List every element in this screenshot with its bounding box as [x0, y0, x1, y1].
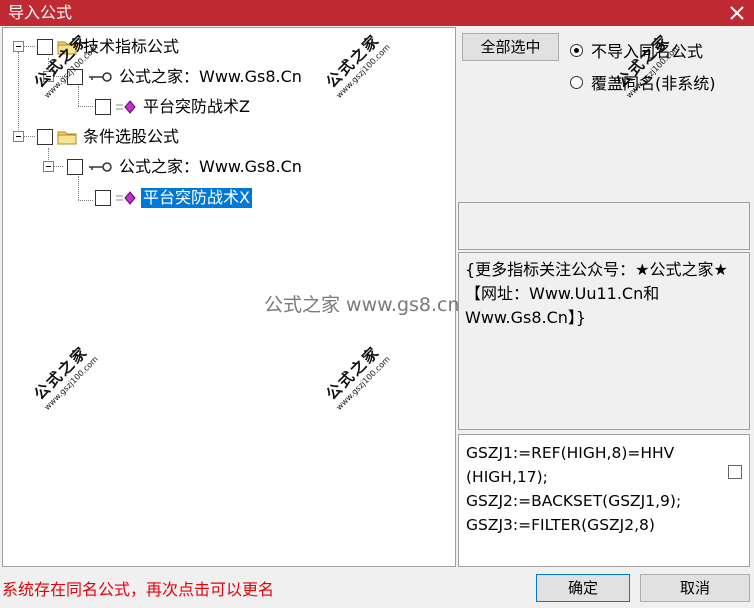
folder-icon	[57, 39, 77, 55]
radio-overwrite-label: 覆盖同名(非系统)	[591, 74, 716, 93]
tree-connector	[78, 176, 79, 200]
tree-node-formula-x[interactable]: 平台突防战术X	[95, 186, 252, 210]
group-2-checkbox[interactable]	[37, 129, 53, 145]
radio-skip-label: 不导入同名公式	[591, 42, 704, 61]
tree-connector	[78, 86, 79, 106]
center-watermark: 公式之家 www.gs8.cn	[264, 294, 460, 316]
tree-connector	[53, 76, 63, 77]
description-text: {更多指标关注公众号：★公式之家★ 【网址：Www.Uu11.Cn和Www.Gs…	[465, 260, 728, 327]
close-icon[interactable]	[726, 3, 748, 23]
name-field[interactable]	[458, 202, 750, 250]
tree-expander[interactable]	[13, 41, 24, 52]
folder-icon	[57, 129, 77, 145]
window-title: 导入公式	[8, 3, 73, 22]
source-1-checkbox[interactable]	[67, 69, 83, 85]
key-icon	[87, 69, 113, 85]
radio-overwrite-duplicates[interactable]: 覆盖同名(非系统)	[570, 70, 716, 94]
tree-connector	[53, 166, 63, 167]
tree-node-source-2[interactable]: 公式之家：Www.Gs8.Cn	[67, 155, 304, 179]
formula-code: GSZJ1:=REF(HIGH,8)=HHV (HIGH,17); GSZJ2:…	[466, 441, 716, 537]
tree-expander[interactable]	[43, 71, 54, 82]
formula-line: GSZJ2:=BACKSET(GSZJ1,9);	[466, 492, 682, 510]
source-2-label: 公式之家：Www.Gs8.Cn	[119, 157, 302, 176]
status-message: 系统存在同名公式，再次点击可以更名	[2, 580, 275, 599]
tree-expander[interactable]	[43, 161, 54, 172]
tree-connector	[78, 106, 93, 107]
tree-expander[interactable]	[13, 131, 24, 142]
gem-icon	[115, 190, 137, 206]
formula-line: (HIGH,17);	[466, 468, 548, 486]
group-1-checkbox[interactable]	[37, 39, 53, 55]
tree-node-group-2[interactable]: 条件选股公式	[37, 125, 181, 149]
gem-icon	[115, 99, 137, 115]
formula-z-checkbox[interactable]	[95, 99, 111, 115]
tree-node-group-1[interactable]: 技术指标公式	[37, 35, 181, 59]
tree-connector	[23, 136, 35, 137]
formula-z-label: 平台突防战术Z	[143, 97, 250, 116]
radio-skip-dot[interactable]	[570, 43, 583, 57]
source-1-label: 公式之家：Www.Gs8.Cn	[119, 67, 302, 86]
formula-line: GSZJ1:=REF(HIGH,8)=HHV	[466, 444, 675, 462]
tree-connector	[78, 200, 93, 201]
formula-x-label: 平台突防战术X	[141, 188, 252, 208]
tree-connector	[23, 46, 35, 47]
tree-node-formula-z[interactable]: 平台突防战术Z	[95, 95, 252, 119]
formula-x-checkbox[interactable]	[95, 190, 111, 206]
cancel-button[interactable]: 取消	[640, 574, 750, 602]
source-2-checkbox[interactable]	[67, 159, 83, 175]
title-bar: 导入公式	[0, 0, 754, 26]
formula-line: GSZJ3:=FILTER(GSZJ2,8)	[466, 516, 655, 534]
tree-node-source-1[interactable]: 公式之家：Www.Gs8.Cn	[67, 65, 304, 89]
key-icon	[87, 159, 113, 175]
ok-button[interactable]: 确定	[536, 574, 630, 602]
tree-connector	[18, 52, 19, 142]
group-1-label: 技术指标公式	[83, 37, 180, 56]
radio-skip-duplicates[interactable]: 不导入同名公式	[570, 38, 703, 62]
select-all-button[interactable]: 全部选中	[462, 33, 559, 61]
radio-overwrite-dot[interactable]	[570, 75, 583, 89]
formula-checkbox[interactable]	[728, 465, 742, 479]
group-2-label: 条件选股公式	[83, 127, 180, 146]
